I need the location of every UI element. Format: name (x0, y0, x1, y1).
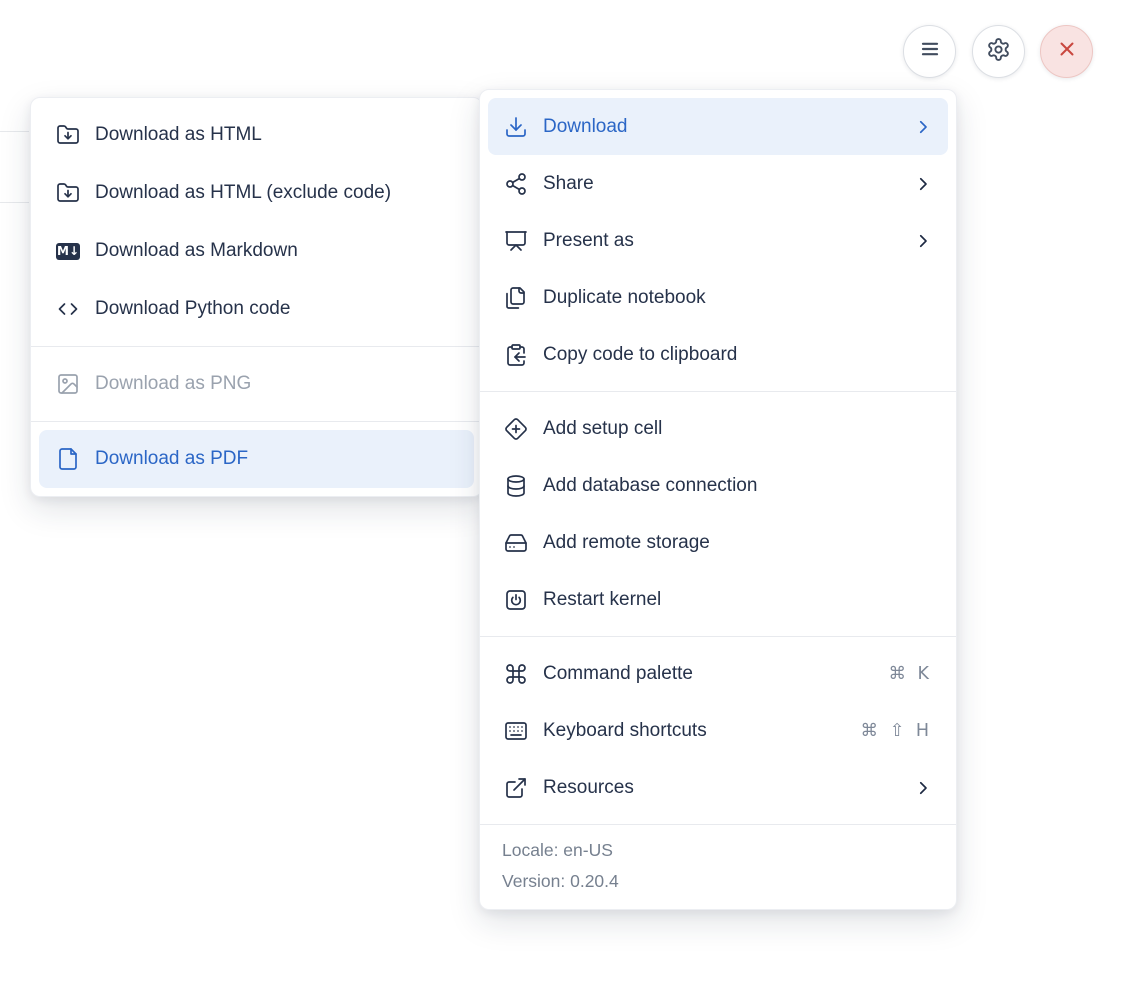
download-submenu: Download as HTML Download as HTML (exclu… (30, 97, 483, 497)
notebook-menu: Download Share Present as Duplicate note… (479, 89, 957, 910)
menu-item-share[interactable]: Share (488, 155, 948, 212)
code-icon (56, 297, 80, 321)
file-icon (56, 447, 80, 471)
menu-item-resources[interactable]: Resources (488, 759, 948, 816)
download-icon (504, 115, 528, 139)
presentation-icon (504, 229, 528, 253)
version-text: Version: 0.20.4 (502, 871, 619, 891)
background-divider-line (0, 131, 29, 132)
menu-item-label: Add setup cell (543, 417, 663, 439)
folder-download-icon (56, 181, 80, 205)
menu-item-add-setup-cell[interactable]: Add setup cell (488, 400, 948, 457)
menu-item-keyboard-shortcuts[interactable]: Keyboard shortcuts ⌘ ⇧ H (488, 702, 948, 759)
menu-item-label: Share (543, 172, 594, 194)
menu-item-label: Resources (543, 776, 634, 798)
share-icon (504, 172, 528, 196)
menu-item-label: Add database connection (543, 474, 758, 496)
menu-item-add-database-connection[interactable]: Add database connection (488, 457, 948, 514)
menu-item-label: Download as PDF (95, 448, 249, 469)
command-icon (504, 662, 528, 686)
hamburger-icon (918, 37, 942, 66)
folder-download-icon (56, 123, 80, 147)
markdown-badge-icon: M↓ (56, 239, 80, 263)
clipboard-copy-icon (504, 343, 528, 367)
menu-item-label: Download Python code (95, 298, 291, 319)
chevron-right-icon (914, 118, 932, 136)
chevron-right-icon (914, 232, 932, 250)
menu-button[interactable] (903, 25, 956, 78)
menu-item-label: Copy code to clipboard (543, 343, 738, 365)
menu-footer: Locale: en-US Version: 0.20.4 (480, 824, 956, 909)
menu-separator (31, 421, 482, 422)
menu-separator (31, 346, 482, 347)
diamond-plus-icon (504, 417, 528, 441)
keyboard-icon (504, 719, 528, 743)
menu-item-download-as-html-exclude-code[interactable]: Download as HTML (exclude code) (39, 164, 474, 222)
markdown-badge-text: M↓ (56, 242, 80, 260)
image-icon (56, 372, 80, 396)
keyboard-shortcut-hint: ⌘ K (888, 663, 932, 684)
duplicate-files-icon (504, 286, 528, 310)
menu-item-label: Duplicate notebook (543, 286, 706, 308)
menu-item-label: Present as (543, 229, 634, 251)
menu-item-download-as-html[interactable]: Download as HTML (39, 106, 474, 164)
settings-button[interactable] (972, 25, 1025, 78)
menu-separator (480, 636, 956, 637)
menu-item-label: Download (543, 115, 628, 137)
menu-item-download-as-pdf[interactable]: Download as PDF (39, 430, 474, 488)
menu-item-label: Download as Markdown (95, 240, 298, 261)
hard-drive-icon (504, 531, 528, 555)
menu-item-download-as-markdown[interactable]: M↓ Download as Markdown (39, 222, 474, 280)
menu-item-label: Keyboard shortcuts (543, 719, 707, 741)
menu-item-label: Download as PNG (95, 373, 252, 394)
chevron-right-icon (914, 779, 932, 797)
menu-item-download-as-png: Download as PNG (39, 355, 474, 413)
menu-item-duplicate-notebook[interactable]: Duplicate notebook (488, 269, 948, 326)
menu-item-label: Add remote storage (543, 531, 710, 553)
menu-item-label: Restart kernel (543, 588, 662, 610)
gear-icon (986, 37, 1011, 67)
menu-item-present-as[interactable]: Present as (488, 212, 948, 269)
background-divider-line (0, 202, 29, 203)
close-button[interactable] (1040, 25, 1093, 78)
keyboard-shortcut-hint: ⌘ ⇧ H (860, 720, 932, 741)
menu-item-download-python-code[interactable]: Download Python code (39, 280, 474, 338)
menu-item-restart-kernel[interactable]: Restart kernel (488, 571, 948, 628)
menu-item-add-remote-storage[interactable]: Add remote storage (488, 514, 948, 571)
external-link-icon (504, 776, 528, 800)
menu-item-label: Download as HTML (95, 124, 262, 145)
power-square-icon (504, 588, 528, 612)
menu-separator (480, 391, 956, 392)
menu-item-copy-code-to-clipboard[interactable]: Copy code to clipboard (488, 326, 948, 383)
database-icon (504, 474, 528, 498)
menu-item-label: Command palette (543, 662, 693, 684)
chevron-right-icon (914, 175, 932, 193)
menu-item-label: Download as HTML (exclude code) (95, 182, 392, 203)
locale-text: Locale: en-US (502, 840, 613, 860)
menu-item-download[interactable]: Download (488, 98, 948, 155)
menu-item-command-palette[interactable]: Command palette ⌘ K (488, 645, 948, 702)
close-x-icon (1055, 37, 1079, 66)
